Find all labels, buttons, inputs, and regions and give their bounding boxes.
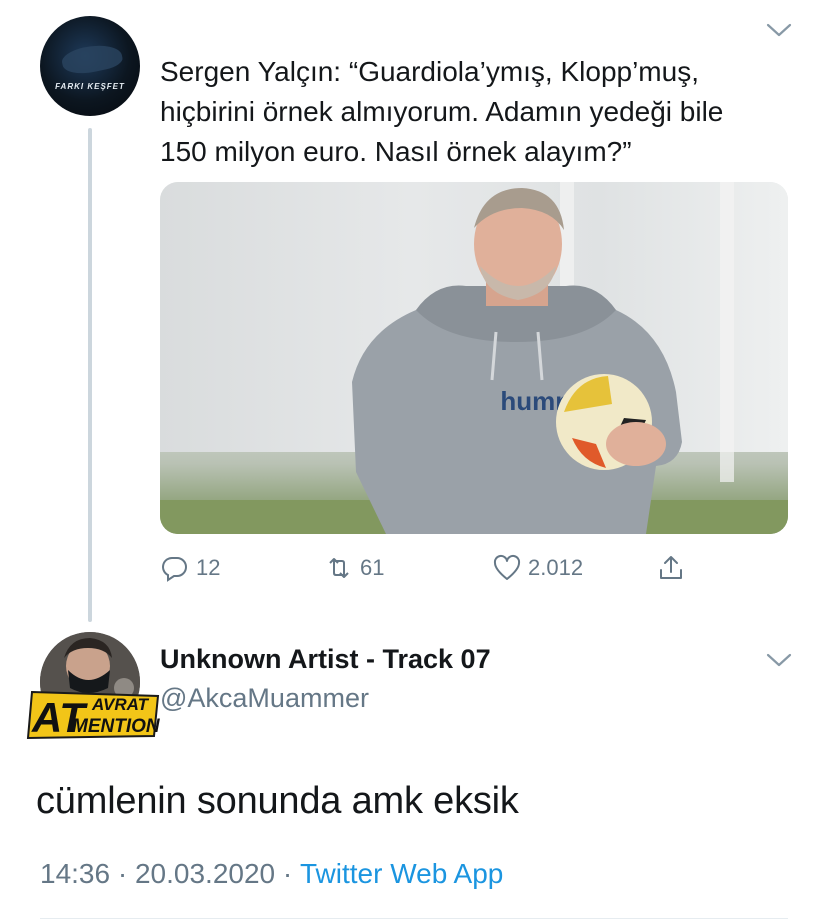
divider [40,918,788,919]
tweet-date[interactable]: 20.03.2020 [135,858,275,890]
tweet-actions: 12 61 2.012 [160,548,720,588]
avatar-graphic [59,40,125,78]
like-button[interactable]: 2.012 [492,548,583,588]
tweet-text-line: hiçbirini örnek almıyorum. Adamın yedeği… [160,96,724,127]
badge-bottom: MENTION [72,716,161,737]
tweet-metadata: 14:36 · 20.03.2020 · Twitter Web App [40,858,503,890]
tweet-text: Sergen Yalçın: “Guardiola’ymış, Klopp’mu… [160,52,790,172]
retweet-icon [329,558,349,578]
thread-line [88,128,92,622]
reply-text: cümlenin sonunda amk eksik [36,780,519,822]
reply-count: 12 [196,555,221,580]
meta-separator: · [110,858,135,889]
reply-icon [162,556,187,582]
heart-icon [493,554,521,580]
reply-button[interactable]: 12 [160,548,220,588]
retweet-button[interactable]: 61 [324,548,384,588]
tweet-photo[interactable]: hummel [160,182,788,534]
retweet-count: 61 [360,555,385,580]
tweet-time[interactable]: 14:36 [40,858,110,890]
reply-display-name[interactable]: Unknown Artist - Track 07 [160,644,491,675]
at-mention-badge: AT AVRAT MENTION [26,690,161,741]
avatar[interactable]: FARKI KEŞFET [40,16,140,116]
share-icon [660,556,682,579]
coach-figure: hummel [352,188,682,534]
like-count: 2.012 [528,555,584,580]
reply-handle[interactable]: @AkcaMuammer [160,683,369,714]
tweet-text-line: Sergen Yalçın: “Guardiola’ymış, Klopp’mu… [160,56,699,87]
chevron-down-icon[interactable] [766,652,792,668]
avatar-text: FARKI KEŞFET [55,82,125,91]
background-post [720,182,734,482]
share-button[interactable] [656,548,686,588]
tweet-text-line: 150 milyon euro. Nasıl örnek alayım?” [160,136,632,167]
chevron-down-icon[interactable] [766,22,792,38]
tweet-source-link[interactable]: Twitter Web App [300,858,503,890]
badge-top: AVRAT [91,695,150,714]
meta-separator: · [275,858,300,889]
